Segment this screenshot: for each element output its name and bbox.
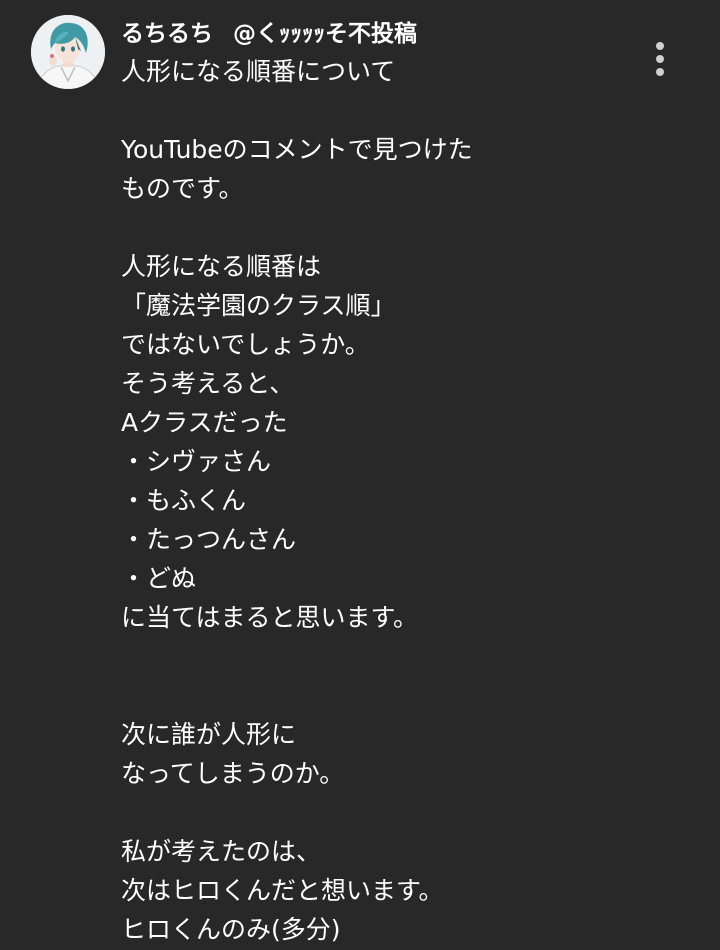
author-name[interactable]: るちるち — [121, 14, 213, 48]
comment-header: るちるち @くｯｯｯｯそ不投稿 — [121, 14, 417, 48]
comment-line: 人形になる順番は — [121, 252, 322, 281]
author-handle[interactable]: @くｯｯｯｯそ不投稿 — [233, 14, 417, 48]
comment-line: ものです。 — [121, 174, 244, 203]
comment-line: 「魔法学園のクラス順」 — [121, 291, 396, 320]
comment-line: 人形になる順番について — [121, 57, 396, 86]
blank-line — [121, 91, 473, 130]
comment-line: 次に誰が人形に — [121, 720, 297, 749]
comment-line: ヒロくんのみ(多分) — [121, 915, 341, 944]
comment-line: ではないでしょうか。 — [121, 330, 370, 359]
comment-line: Aクラスだった — [121, 408, 288, 437]
user-avatar-icon — [31, 15, 105, 89]
comment-line: YouTubeのコメントで見つけた — [121, 135, 473, 164]
comment-line: 次はヒロくんだと想います。 — [121, 876, 444, 905]
comment-line: ・シヴァさん — [121, 447, 272, 476]
comment-line: ・たっつんさん — [121, 525, 297, 554]
blank-line — [121, 676, 473, 715]
comment-line: 私が考えたのは、 — [121, 837, 322, 866]
blank-line — [121, 793, 473, 832]
comment-line: そう考えると、 — [121, 369, 295, 398]
comment-line: ・もふくん — [121, 486, 247, 515]
blank-line — [121, 637, 473, 676]
more-options-button[interactable] — [645, 38, 675, 80]
avatar[interactable] — [31, 15, 105, 89]
comment-line: なってしまうのか。 — [121, 759, 345, 788]
blank-line — [121, 208, 473, 247]
comment-line: に当てはまると思います。 — [121, 603, 419, 632]
comment-body: 人形になる順番について YouTubeのコメントで見つけた ものです。人形になる順番… — [121, 52, 473, 949]
comment-line: ・どぬ — [121, 564, 197, 593]
